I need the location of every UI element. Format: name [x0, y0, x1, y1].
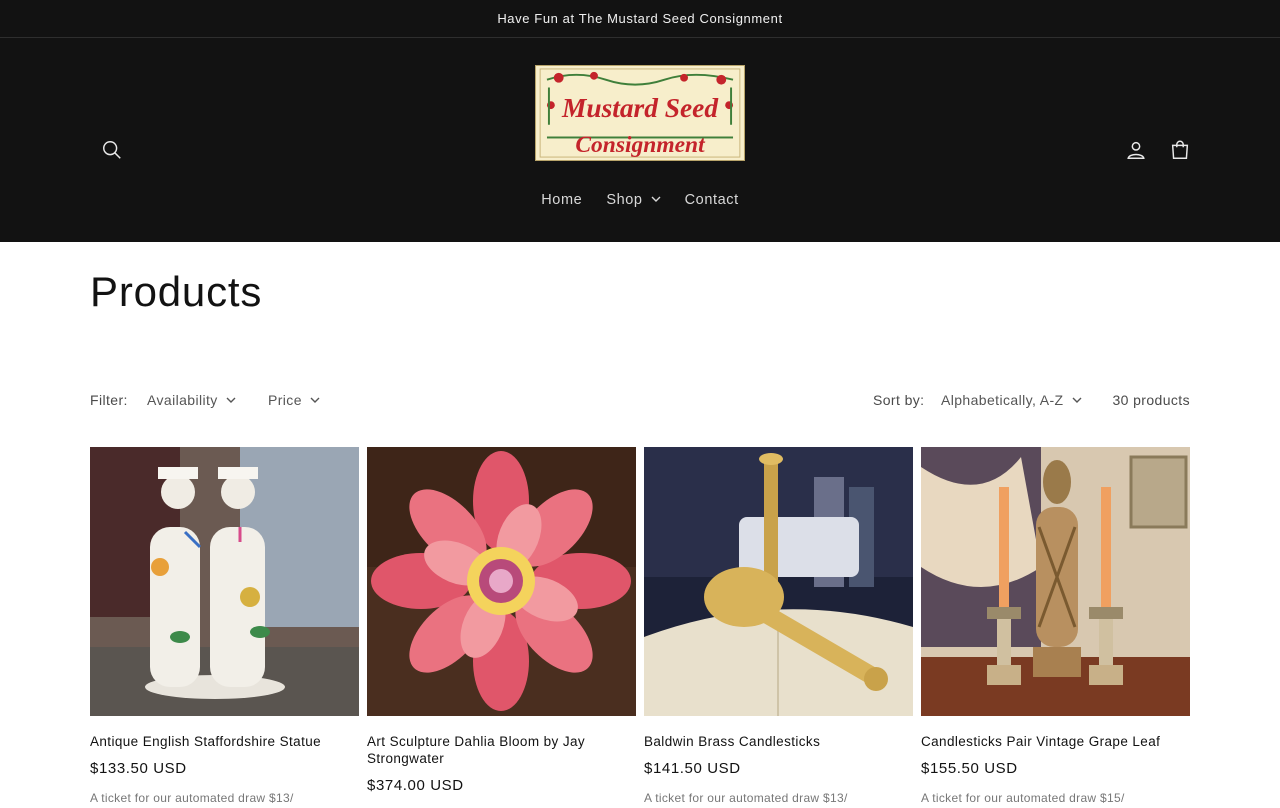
- price-label: Price: [268, 392, 302, 408]
- product-title[interactable]: Baldwin Brass Candlesticks: [644, 733, 913, 750]
- announcement-bar: Have Fun at The Mustard Seed Consignment: [0, 0, 1280, 38]
- nav-home-label: Home: [541, 192, 583, 208]
- page-title: Products: [90, 268, 263, 315]
- product-image[interactable]: [367, 447, 636, 716]
- product-title[interactable]: Art Sculpture Dahlia Bloom by Jay Strong…: [367, 733, 636, 767]
- chevron-down-icon: [310, 397, 320, 404]
- product-description: A ticket for our automated draw $13/: [644, 791, 848, 805]
- cart-icon[interactable]: [1165, 135, 1195, 165]
- product-price: $155.50 USD: [921, 760, 1018, 777]
- product-image[interactable]: [644, 447, 913, 716]
- product-description: A ticket for our automated draw $13/: [90, 791, 294, 805]
- nav-shop-label: Shop: [606, 192, 643, 208]
- site-header: Mustard Seed Consignment Home Shop Conta…: [0, 38, 1280, 242]
- nav-contact[interactable]: Contact: [673, 188, 751, 212]
- product-image[interactable]: [90, 447, 359, 716]
- price-filter[interactable]: Price: [268, 392, 320, 408]
- product-card[interactable]: Candlesticks Pair Vintage Grape Leaf $15…: [921, 447, 1190, 808]
- product-count: 30 products: [1112, 392, 1190, 408]
- sort-value: Alphabetically, A-Z: [941, 392, 1064, 408]
- product-title[interactable]: Antique English Staffordshire Statue: [90, 733, 359, 750]
- chevron-down-icon: [1072, 397, 1082, 404]
- availability-filter[interactable]: Availability: [147, 392, 236, 408]
- product-grid: Antique English Staffordshire Statue $13…: [90, 447, 1190, 808]
- nav-shop[interactable]: Shop: [594, 188, 672, 212]
- product-image[interactable]: [921, 447, 1190, 716]
- search-icon[interactable]: [97, 135, 127, 165]
- logo-line2: Consignment: [575, 132, 706, 158]
- product-price: $141.50 USD: [644, 760, 741, 777]
- product-price: $133.50 USD: [90, 760, 187, 777]
- product-price: $374.00 USD: [367, 777, 464, 794]
- sort-label: Sort by:: [873, 392, 925, 408]
- site-logo[interactable]: Mustard Seed Consignment: [535, 65, 745, 161]
- product-card[interactable]: Art Sculpture Dahlia Bloom by Jay Strong…: [367, 447, 636, 808]
- product-title[interactable]: Candlesticks Pair Vintage Grape Leaf: [921, 733, 1190, 750]
- chevron-down-icon: [226, 397, 236, 404]
- availability-label: Availability: [147, 392, 218, 408]
- account-icon[interactable]: [1121, 135, 1151, 165]
- sort-select[interactable]: Alphabetically, A-Z: [941, 392, 1082, 408]
- product-card[interactable]: Baldwin Brass Candlesticks $141.50 USD A…: [644, 447, 913, 808]
- filter-label: Filter:: [90, 392, 128, 408]
- filter-bar: Filter: Availability Price Sort by: Alph…: [90, 390, 1190, 412]
- product-card[interactable]: Antique English Staffordshire Statue $13…: [90, 447, 359, 808]
- nav-home[interactable]: Home: [529, 188, 594, 212]
- logo-line1: Mustard Seed: [561, 93, 719, 123]
- nav-contact-label: Contact: [684, 192, 739, 208]
- product-description: A ticket for our automated draw $15/: [921, 791, 1125, 805]
- chevron-down-icon: [651, 195, 661, 206]
- main-nav: Home Shop Contact: [0, 188, 1280, 212]
- announcement-text: Have Fun at The Mustard Seed Consignment: [497, 11, 783, 26]
